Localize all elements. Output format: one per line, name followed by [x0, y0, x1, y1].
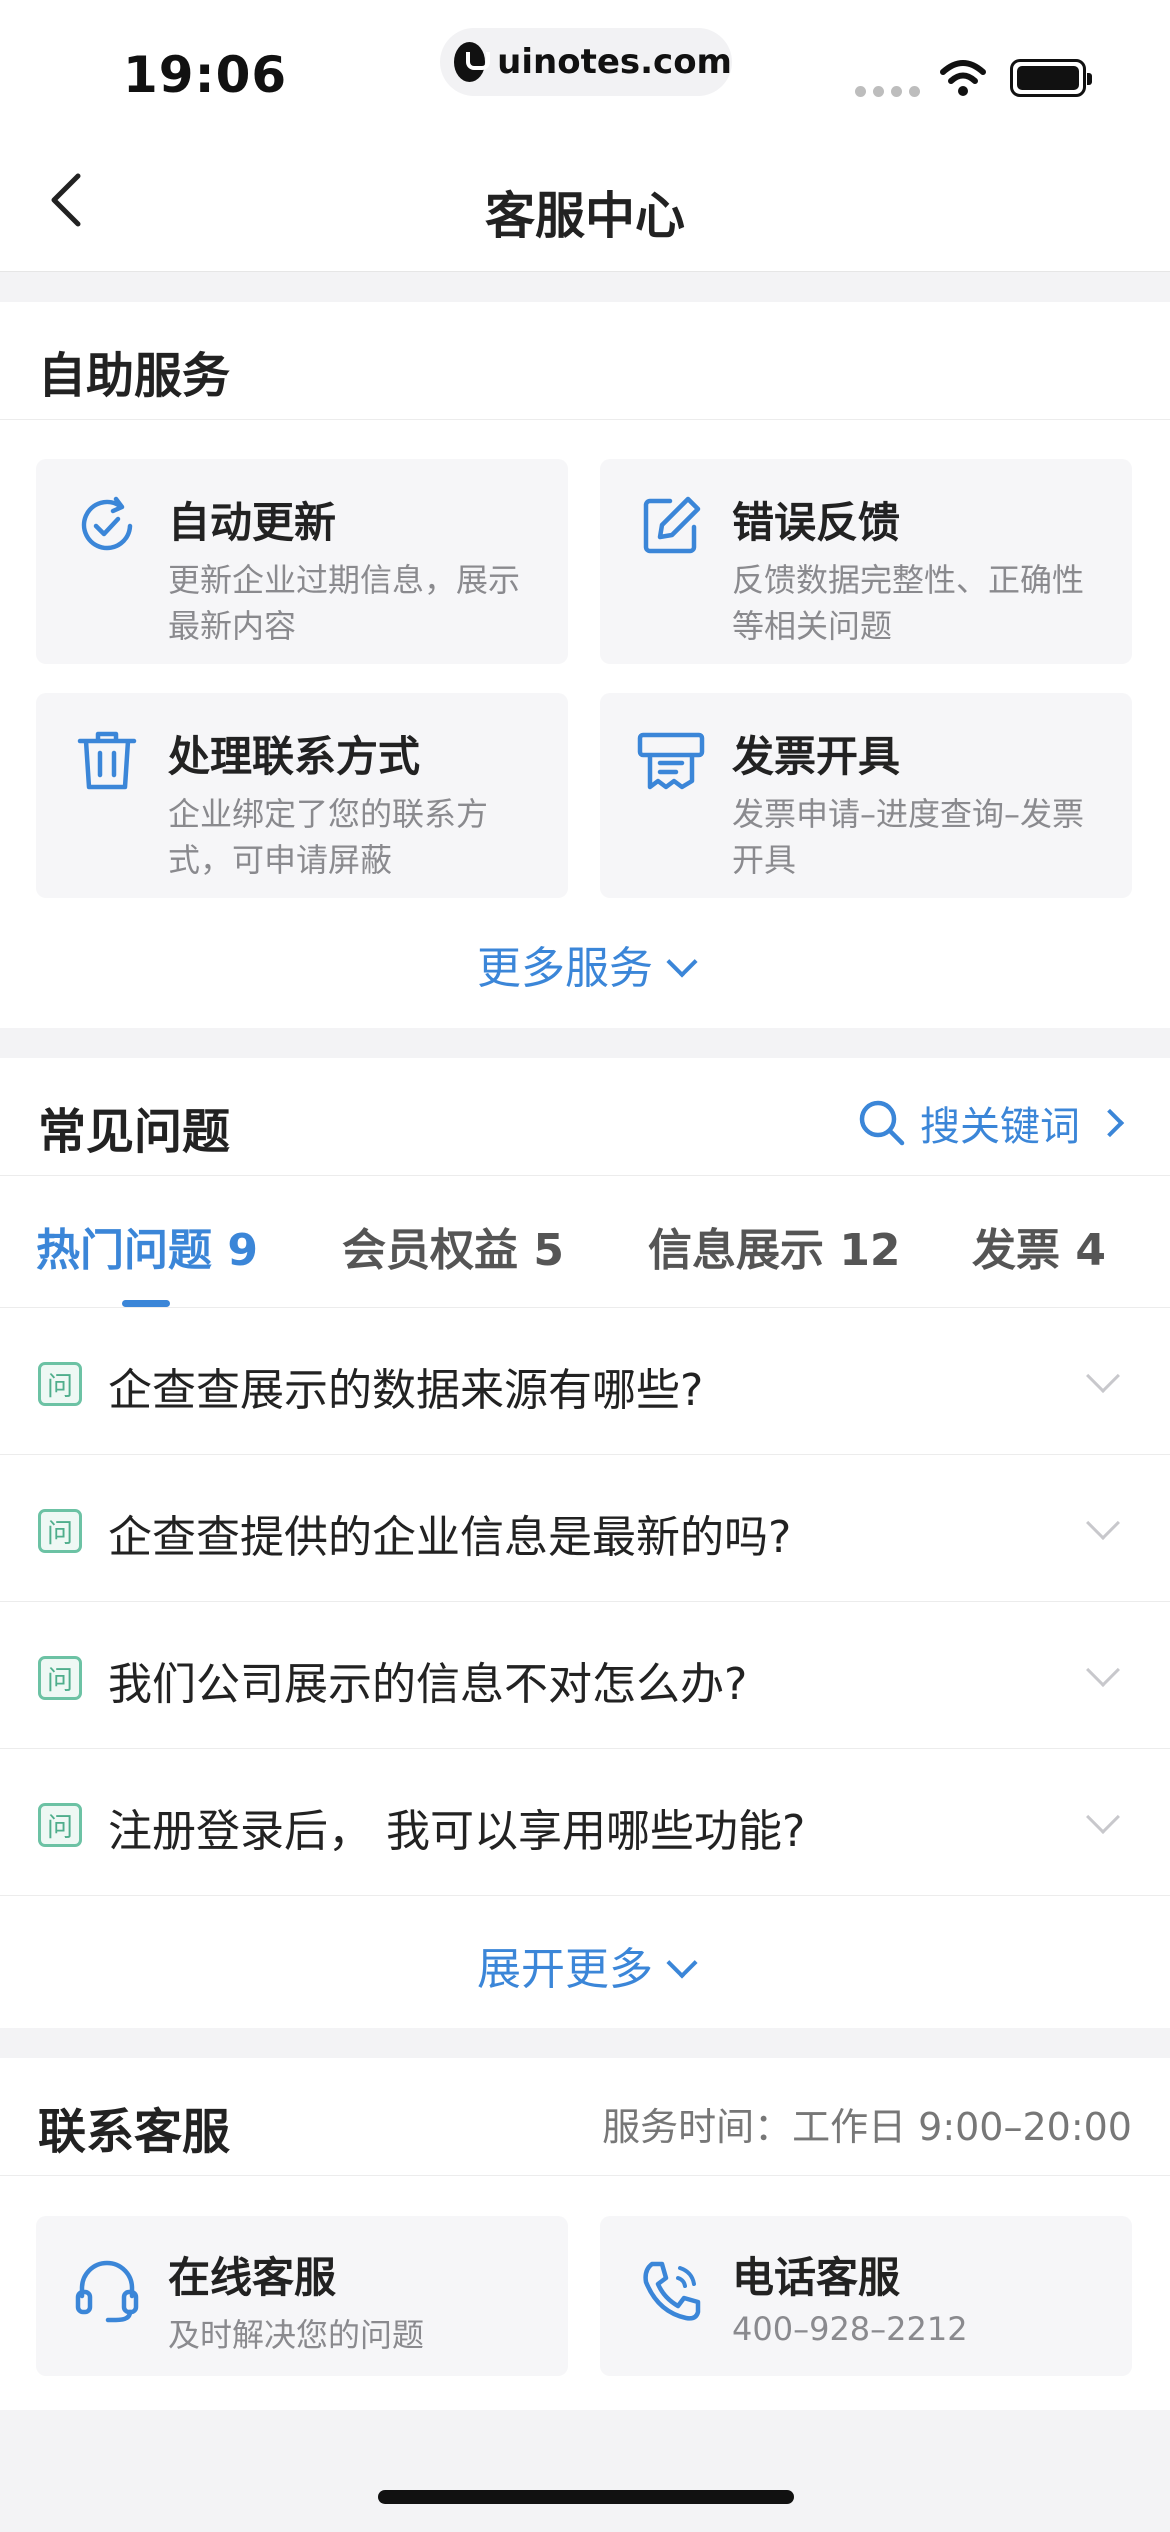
site-logo-icon — [454, 42, 491, 82]
service-card-error-feedback[interactable]: 错误反馈 反馈数据完整性、正确性等相关问题 — [600, 459, 1132, 664]
invoice-icon — [637, 732, 705, 790]
wifi-icon — [940, 60, 986, 96]
self-service-title: 自助服务 — [38, 348, 231, 404]
tab-hot-questions[interactable]: 热门问题 9 — [36, 1214, 258, 1278]
service-card-contact-handling[interactable]: 处理联系方式 企业绑定了您的联系方式，可申请屏蔽 — [36, 693, 568, 898]
chevron-down-icon — [666, 1947, 698, 1979]
faq-question: 企查查展示的数据来源有哪些? — [108, 1365, 704, 1416]
service-hours: 服务时间：工作日 9:00–20:00 — [602, 2105, 1132, 2149]
chevron-down-icon — [666, 946, 698, 978]
online-service-card[interactable]: 在线客服 及时解决您的问题 — [36, 2216, 568, 2376]
expand-more-link[interactable]: 展开更多 — [0, 1933, 1170, 1997]
phone-service-card[interactable]: 电话客服 400–928–2212 — [600, 2216, 1132, 2376]
faq-section: 常见问题 搜关键词 热门问题 9 会员权益 5 信息展示 12 发票 4 问 企… — [0, 1058, 1170, 2028]
phone-icon — [643, 2261, 701, 2321]
search-icon — [859, 1100, 905, 1146]
question-badge-icon: 问 — [38, 1509, 82, 1553]
edit-icon — [643, 496, 701, 554]
service-card-title: 发票开具 — [732, 732, 901, 781]
contact-card-desc: 及时解决您的问题 — [168, 2316, 425, 2354]
headset-icon — [75, 2260, 139, 2323]
contact-header: 联系客服 服务时间：工作日 9:00–20:00 — [0, 2058, 1170, 2176]
faq-question: 企查查提供的企业信息是最新的吗? — [108, 1512, 792, 1563]
chevron-down-icon — [1086, 1506, 1120, 1540]
contact-card-desc: 400–928–2212 — [732, 2310, 968, 2348]
more-services-link[interactable]: 更多服务 — [0, 932, 1170, 996]
chevron-down-icon — [1086, 1359, 1120, 1393]
tab-indicator — [122, 1300, 170, 1307]
service-card-desc: 反馈数据完整性、正确性等相关问题 — [732, 561, 1085, 645]
chevron-down-icon — [1086, 1800, 1120, 1834]
question-badge-icon: 问 — [38, 1803, 82, 1847]
faq-item[interactable]: 问 企查查展示的数据来源有哪些? — [0, 1308, 1170, 1455]
service-card-title: 错误反馈 — [732, 498, 901, 547]
faq-item[interactable]: 问 我们公司展示的信息不对怎么办? — [0, 1602, 1170, 1749]
faq-header: 常见问题 搜关键词 — [0, 1058, 1170, 1176]
battery-icon — [1010, 59, 1092, 97]
expand-more-label: 展开更多 — [477, 1944, 653, 1995]
tab-invoice[interactable]: 发票 4 — [972, 1214, 1106, 1278]
service-card-invoice[interactable]: 发票开具 发票申请–进度查询–发票开具 — [600, 693, 1132, 898]
faq-item[interactable]: 问 企查查提供的企业信息是最新的吗? — [0, 1455, 1170, 1602]
service-card-auto-update[interactable]: 自动更新 更新企业过期信息，展示最新内容 — [36, 459, 568, 664]
faq-item[interactable]: 问 注册登录后， 我可以享用哪些功能? — [0, 1749, 1170, 1896]
chevron-down-icon — [1086, 1653, 1120, 1687]
contact-card-title: 电话客服 — [732, 2253, 901, 2302]
signal-icon — [855, 86, 920, 97]
service-card-title: 处理联系方式 — [168, 732, 421, 781]
refresh-check-icon — [81, 496, 133, 551]
tab-member-benefits[interactable]: 会员权益 5 — [342, 1214, 564, 1278]
home-indicator[interactable] — [378, 2490, 794, 2504]
more-services-label: 更多服务 — [477, 943, 653, 994]
url-text: uinotes.com — [497, 42, 732, 82]
contact-card-title: 在线客服 — [168, 2253, 337, 2302]
search-keyword-link[interactable]: 搜关键词 — [858, 1094, 1125, 1152]
status-bar: 19:06 uinotes.com — [0, 0, 1170, 130]
trash-icon — [77, 731, 137, 790]
contact-title: 联系客服 — [38, 2104, 231, 2160]
service-card-desc: 企业绑定了您的联系方式，可申请屏蔽 — [168, 795, 489, 879]
faq-question: 注册登录后， 我可以享用哪些功能? — [108, 1806, 806, 1857]
service-card-title: 自动更新 — [168, 498, 337, 547]
self-service-section: 自助服务 自动更新 更新企业过期信息，展示最新内容 错误反馈 反馈数据完整性、正… — [0, 302, 1170, 1028]
status-time: 19:06 — [123, 46, 288, 104]
service-card-desc: 发票申请–进度查询–发票开具 — [732, 795, 1085, 879]
search-keyword-label: 搜关键词 — [920, 1104, 1080, 1150]
tab-info-display[interactable]: 信息展示 12 — [648, 1214, 901, 1278]
service-card-desc: 更新企业过期信息，展示最新内容 — [168, 561, 521, 645]
question-badge-icon: 问 — [38, 1362, 82, 1406]
url-pill[interactable]: uinotes.com — [440, 28, 732, 96]
question-badge-icon: 问 — [38, 1656, 82, 1700]
nav-bar: 客服中心 — [0, 130, 1170, 272]
chevron-right-icon — [1095, 1108, 1125, 1138]
faq-question: 我们公司展示的信息不对怎么办? — [108, 1659, 748, 1710]
contact-section: 联系客服 服务时间：工作日 9:00–20:00 在线客服 及时解决您的问题 电… — [0, 2058, 1170, 2410]
page-title: 客服中心 — [485, 187, 685, 245]
faq-title: 常见问题 — [38, 1104, 231, 1160]
faq-tabs: 热门问题 9 会员权益 5 信息展示 12 发票 4 — [0, 1176, 1170, 1308]
self-service-header: 自助服务 — [0, 302, 1170, 420]
